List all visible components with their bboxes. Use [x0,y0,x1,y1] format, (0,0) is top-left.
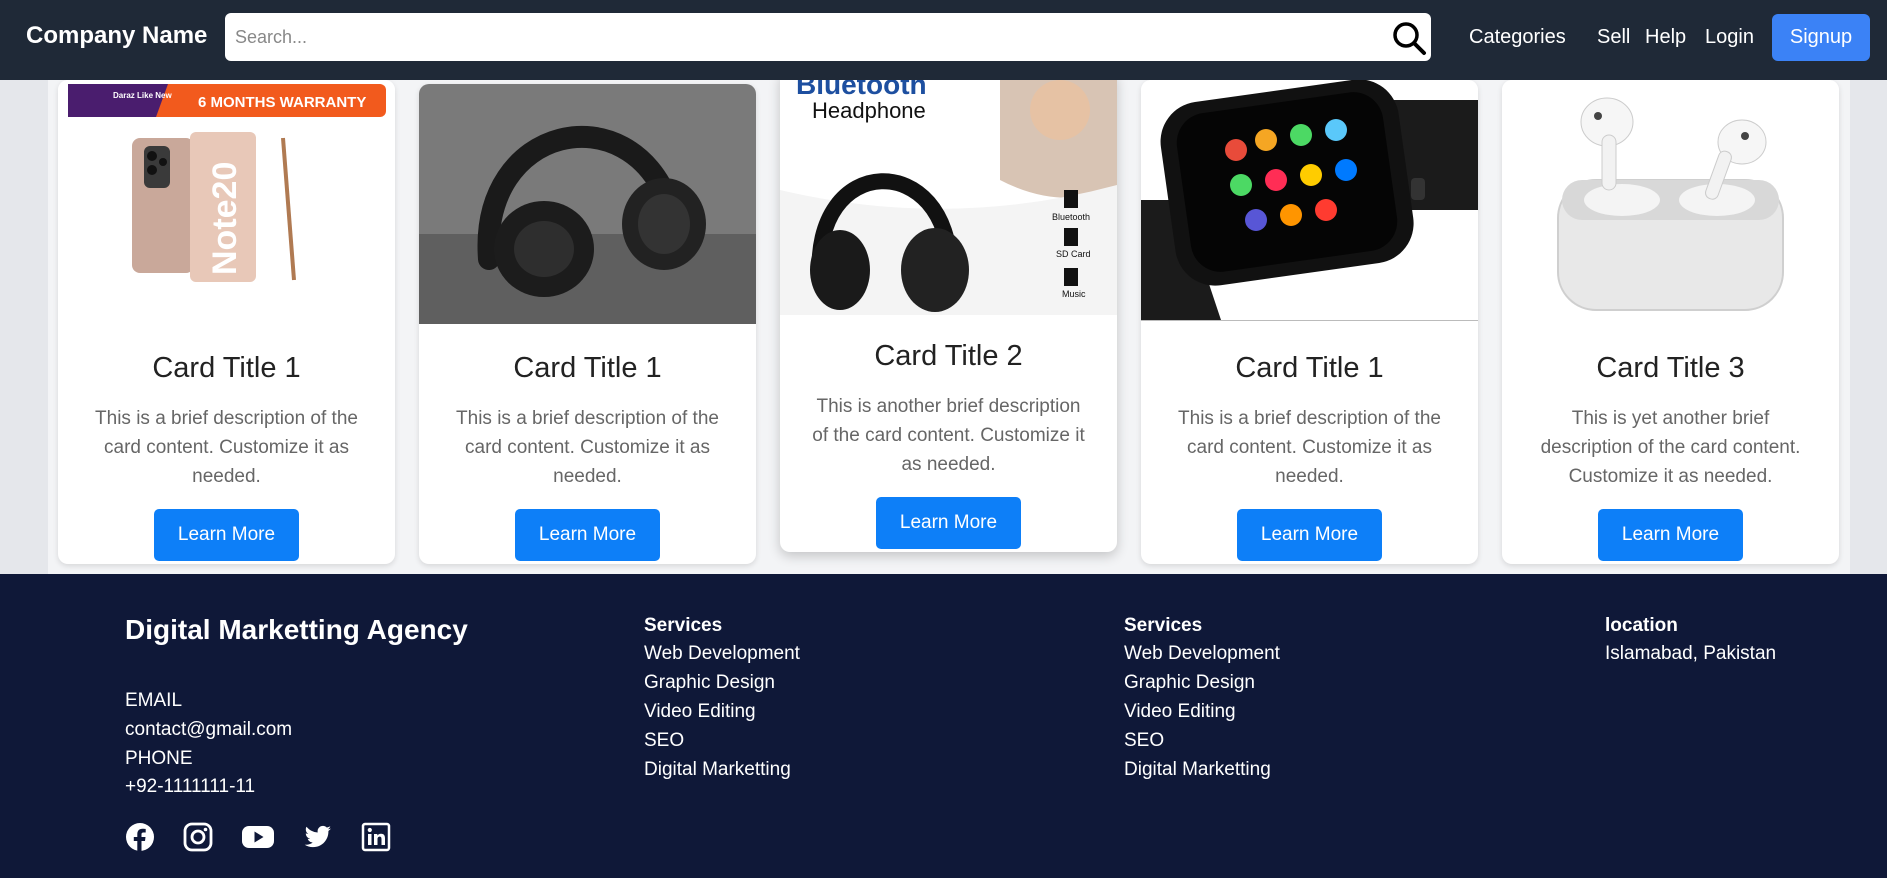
phone-number[interactable]: +92-1111111-11 [125,772,255,801]
search-icon[interactable] [1391,20,1427,56]
headphones-photo [419,84,756,324]
nav-login[interactable]: Login [1705,26,1754,49]
location-heading: location [1605,615,1678,636]
image-banner-text: 6 MONTHS WARRANTY [198,94,366,111]
twitter-icon[interactable] [303,822,333,852]
services-heading: Services [644,615,723,636]
image-model-text: Note20 [206,162,244,275]
card-description: This is a brief description of the card … [95,408,358,487]
learn-more-button[interactable]: Learn More [1237,509,1382,561]
search-input[interactable] [225,13,1375,61]
services-list: Web Development Graphic Design Video Edi… [1124,639,1280,784]
image-brand-text: Daraz Like New [113,91,172,100]
service-link[interactable]: Video Editing [1124,697,1280,726]
card-title: Card Title 1 [1235,352,1384,384]
signup-button[interactable]: Signup [1772,14,1870,61]
email-label: EMAIL [125,690,183,711]
nav-categories[interactable]: Categories [1469,26,1566,49]
service-link[interactable]: Graphic Design [1124,668,1280,697]
phone-warranty-image: Daraz Like New 6 MONTHS WARRANTY Note20 [58,80,395,320]
product-card: Daraz Like New 6 MONTHS WARRANTY Note20 … [58,80,395,564]
youtube-icon[interactable] [241,822,275,852]
image-subheading-text: Headphone [812,98,926,123]
card-description: This is another brief description of the… [812,396,1085,475]
facebook-icon[interactable] [125,822,155,852]
service-link[interactable]: SEO [644,726,800,755]
footer: Digital Marketting Agency EMAIL contact@… [0,574,1887,878]
image-feature-text: Music [1062,289,1086,299]
product-card-featured: Bluetooth Headphone Bluetooth SD Card Mu… [780,70,1117,552]
service-link[interactable]: Digital Marketting [1124,755,1280,784]
airpods-photo [1502,80,1839,320]
card-description: This is a brief description of the card … [456,408,719,487]
service-link[interactable]: Digital Marketting [644,755,800,784]
email-address[interactable]: contact@gmail.com [125,715,292,744]
agency-name: Digital Marketting Agency [125,614,468,645]
learn-more-button[interactable]: Learn More [1598,509,1743,561]
card-title: Card Title 2 [874,340,1023,372]
learn-more-button[interactable]: Learn More [876,497,1021,549]
learn-more-button[interactable]: Learn More [515,509,660,561]
instagram-icon[interactable] [183,822,213,852]
card-title: Card Title 3 [1596,352,1745,384]
service-link[interactable]: Web Development [644,639,800,668]
search-bar [225,13,1431,61]
nav-help[interactable]: Help [1645,26,1686,49]
nav-sell[interactable]: Sell [1597,26,1630,49]
service-link[interactable]: Graphic Design [644,668,800,697]
product-card: Card Title 1 This is a brief description… [419,84,756,564]
card-title: Card Title 1 [152,352,301,384]
phone-label: PHONE [125,748,193,769]
cards-section: Daraz Like New 6 MONTHS WARRANTY Note20 … [48,70,1850,574]
service-link[interactable]: SEO [1124,726,1280,755]
social-links [125,822,391,852]
navbar: Company Name Categories Sell Help Login … [0,0,1887,80]
product-card: Card Title 1 This is a brief description… [1141,80,1478,564]
product-card: Card Title 3 This is yet another brief d… [1502,80,1839,564]
service-link[interactable]: Web Development [1124,639,1280,668]
services-list: Web Development Graphic Design Video Edi… [644,639,800,784]
card-description: This is a brief description of the card … [1178,408,1441,487]
bluetooth-headphone-ad: Bluetooth Headphone Bluetooth SD Card Mu… [780,70,1117,315]
location-text: Islamabad, Pakistan [1605,643,1777,664]
card-description: This is yet another brief description of… [1540,408,1801,487]
learn-more-button[interactable]: Learn More [154,509,299,561]
image-feature-text: SD Card [1056,249,1091,259]
image-feature-text: Bluetooth [1052,212,1090,222]
linkedin-icon[interactable] [361,822,391,852]
services-heading: Services [1124,615,1203,636]
smartwatch-photo [1141,80,1478,321]
service-link[interactable]: Video Editing [644,697,800,726]
card-title: Card Title 1 [513,352,662,384]
brand-logo[interactable]: Company Name [26,22,207,50]
